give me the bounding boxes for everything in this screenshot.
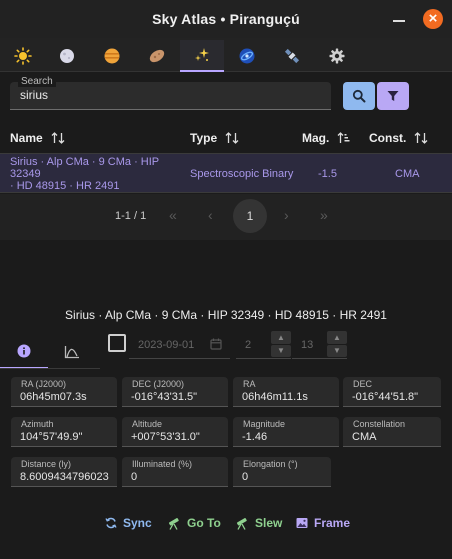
chart-icon [64, 346, 79, 359]
slew-label: Slew [255, 516, 283, 530]
field-distance: Distance (ly) 8.6009434796023 [11, 457, 117, 487]
tab-deep-sky[interactable] [225, 40, 269, 72]
field-dec: DEC -016°44'51.8" [343, 377, 441, 407]
field-dec-j2000: DEC (J2000) -016°43'31.5" [122, 377, 228, 407]
cell-type: Spectroscopic Binary [190, 167, 294, 180]
sort-icon [225, 132, 239, 144]
last-page-button[interactable]: » [320, 207, 328, 223]
column-name-label: Name [10, 131, 43, 145]
cell-constellation: CMA [395, 167, 420, 180]
sync-icon [105, 517, 117, 529]
pagination-range: 1-1 / 1 [115, 210, 147, 222]
pagination: 1-1 / 1 « ‹ 1 › » [0, 194, 452, 240]
window-title: Sky Atlas • Piranguçú [152, 11, 300, 27]
filter-icon [387, 91, 399, 101]
table-row[interactable]: Sirius · Alp CMa · 9 CMa · HIP 32349 · H… [0, 154, 452, 193]
frame-label: Frame [314, 516, 351, 530]
page-button-current[interactable]: 1 [233, 199, 267, 233]
frame-button[interactable]: Frame [296, 516, 350, 530]
field-ra-j2000: RA (J2000) 06h45m07.3s [11, 377, 117, 407]
results-table-header: Name Type Mag. Const. [0, 122, 452, 154]
minute-up-button[interactable]: ▲ [327, 331, 347, 344]
custom-time-checkbox[interactable] [108, 334, 126, 352]
object-title: Sirius · Alp CMa · 9 CMa · HIP 32349 · H… [65, 308, 387, 322]
planet-icon [104, 48, 120, 64]
minute-down-button[interactable]: ▼ [327, 344, 347, 357]
column-mag-label: Mag. [302, 131, 330, 145]
calendar-icon [210, 338, 222, 350]
search-icon [352, 89, 366, 103]
hour-up-button[interactable]: ▲ [271, 331, 291, 344]
sort-icon [414, 132, 428, 144]
minute-stepper[interactable]: 13 ▲ ▼ [292, 331, 347, 359]
hour-stepper[interactable]: 2 ▲ ▼ [236, 331, 291, 359]
tab-info[interactable] [0, 335, 48, 369]
close-button[interactable]: × [423, 9, 443, 29]
field-elongation: Elongation (°) 0 [233, 457, 331, 487]
search-button[interactable] [343, 82, 375, 110]
tab-altitude-chart[interactable] [48, 335, 96, 369]
column-header-constellation[interactable]: Const. [369, 131, 428, 145]
tab-planets[interactable] [90, 40, 134, 72]
tab-moon[interactable] [45, 40, 89, 72]
date-input[interactable]: 2023-09-01 [138, 339, 194, 351]
search-label: Search [18, 76, 56, 87]
cell-magnitude: -1.5 [318, 167, 337, 180]
asteroid-icon [149, 49, 165, 63]
telescope-actions: Sync Go To Slew Frame [0, 513, 452, 535]
tab-stars[interactable] [180, 40, 224, 72]
info-icon [17, 344, 31, 358]
field-azimuth: Azimuth 104°57'49.9" [11, 417, 117, 447]
sun-icon [14, 47, 32, 65]
date-field[interactable]: 2023-09-01 [129, 331, 230, 359]
field-altitude: Altitude +007°53'31.0" [122, 417, 228, 447]
satellite-icon [284, 48, 300, 64]
next-page-button[interactable]: › [284, 207, 289, 223]
minimize-button[interactable] [392, 11, 406, 27]
tab-sun[interactable] [1, 40, 45, 72]
minute-value[interactable]: 13 [301, 339, 313, 351]
prev-page-button[interactable]: ‹ [208, 207, 213, 223]
filter-button[interactable] [377, 82, 409, 110]
tab-settings[interactable] [315, 40, 359, 72]
gear-icon [329, 48, 345, 64]
column-header-name[interactable]: Name [10, 131, 65, 145]
column-header-magnitude[interactable]: Mag. [302, 131, 351, 145]
image-icon [296, 518, 308, 528]
slew-button[interactable]: Slew [235, 516, 282, 530]
field-constellation: Constellation CMA [343, 417, 441, 447]
goto-label: Go To [187, 516, 221, 530]
column-type-label: Type [190, 131, 218, 145]
tab-asteroids[interactable] [135, 40, 179, 72]
title-bar: Sky Atlas • Piranguçú × [0, 0, 452, 38]
field-illuminated: Illuminated (%) 0 [122, 457, 228, 487]
field-magnitude: Magnitude -1.46 [233, 417, 339, 447]
sort-ascending-icon [337, 132, 350, 143]
cell-name: Sirius · Alp CMa · 9 CMa · HIP 32349 · H… [10, 154, 185, 193]
hour-down-button[interactable]: ▼ [271, 344, 291, 357]
column-header-type[interactable]: Type [190, 131, 239, 145]
search-input[interactable]: sirius [20, 88, 310, 102]
field-ra: RA 06h46m11.1s [233, 377, 339, 407]
telescope-icon [236, 517, 247, 530]
tab-divider [0, 368, 100, 369]
tab-satellites[interactable] [270, 40, 314, 72]
first-page-button[interactable]: « [169, 207, 177, 223]
telescope-icon [168, 517, 179, 530]
cell-name-line1: Sirius · Alp CMa · 9 CMa · HIP 32349 [10, 155, 159, 180]
sync-button[interactable]: Sync [105, 516, 152, 530]
goto-button[interactable]: Go To [167, 516, 221, 530]
stars-icon [195, 48, 209, 61]
sync-label: Sync [123, 516, 152, 530]
galaxy-icon [239, 48, 255, 64]
column-const-label: Const. [369, 131, 407, 145]
object-type-tabs [0, 38, 452, 72]
hour-value[interactable]: 2 [245, 339, 251, 351]
search-field[interactable]: Search sirius [10, 76, 331, 110]
moon-icon [60, 49, 74, 63]
sort-icon [51, 132, 65, 144]
cell-name-line2: · HD 48915 · HR 2491 [10, 179, 120, 192]
